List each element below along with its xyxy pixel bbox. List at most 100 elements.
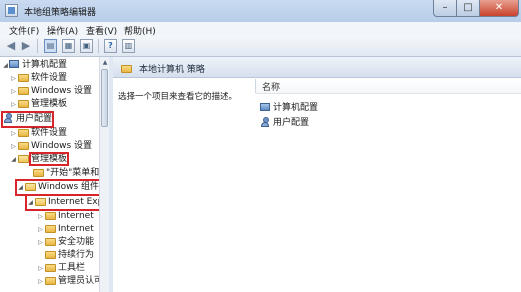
expand-arrow-icon[interactable]: ▷ <box>10 98 17 111</box>
tree-panel-icon: ▦ <box>64 41 73 50</box>
window-title: 本地组策略编辑器 <box>24 8 97 18</box>
toolbar-separator <box>37 39 38 53</box>
folder-icon <box>45 225 56 233</box>
title-bar: 本地组策略编辑器 – □ ✕ <box>0 0 521 22</box>
scrollbar-thumb[interactable] <box>101 69 108 127</box>
tree-internet-explorer[interactable]: ◢ Internet Exp <box>24 194 106 211</box>
tree-uc-windows[interactable]: ▷ Windows 设置 <box>10 140 92 153</box>
folder-icon <box>18 142 29 150</box>
tree-label: Internet <box>58 211 94 221</box>
tree-ie-child-1[interactable]: ▷ Internet <box>37 210 94 223</box>
export-icon: ▣ <box>82 41 91 50</box>
computer-icon <box>9 60 19 68</box>
details-header: 本地计算机 策略 <box>113 57 521 78</box>
toolbar-separator <box>98 39 99 53</box>
tree-label: 计算机配置 <box>22 60 68 70</box>
folder-icon <box>18 129 29 137</box>
column-header-label: 名称 <box>262 83 281 93</box>
expand-arrow-icon[interactable]: ▷ <box>10 127 17 140</box>
expand-arrow-icon[interactable]: ▷ <box>10 85 17 98</box>
tree-user-config[interactable]: 用户配置 <box>0 111 55 128</box>
forward-button[interactable]: ▶ <box>20 39 32 53</box>
list-item-computer-config[interactable]: 计算机配置 <box>260 100 318 113</box>
folder-icon <box>45 277 56 285</box>
tree-cc-windows[interactable]: ▷ Windows 设置 <box>10 85 92 98</box>
maximize-button[interactable]: □ <box>456 0 480 17</box>
tree-start-menu[interactable]: "开始"菜单和任 <box>32 167 108 180</box>
tree-label: Internet Exp <box>48 197 104 207</box>
tree-label: 管理员认可 <box>58 276 104 286</box>
tree-computer-config[interactable]: ◢ 计算机配置 <box>2 59 67 72</box>
collapse-arrow-icon[interactable]: ◢ <box>17 181 24 194</box>
details-pane: 本地计算机 策略 选择一个项目来查看它的描述。 名称 计算机配置 用户配置 <box>113 57 521 292</box>
tree-label: 软件设置 <box>31 128 68 138</box>
up-folder-button[interactable]: ▤ <box>44 39 57 53</box>
folder-icon <box>33 169 44 177</box>
app-window: 本地组策略编辑器 – □ ✕ 文件(F) 操作(A) 查看(V) 帮助(H) ◀… <box>0 0 521 292</box>
folder-icon <box>18 87 29 95</box>
export-list-button[interactable]: ▣ <box>80 39 93 53</box>
collapse-arrow-icon[interactable]: ◢ <box>10 153 17 166</box>
column-header-name[interactable]: 名称 <box>256 79 521 94</box>
menu-bar: 文件(F) 操作(A) 查看(V) 帮助(H) <box>0 22 521 37</box>
tree-ie-child-2[interactable]: ▷ Internet <box>37 223 94 236</box>
expand-arrow-icon[interactable]: ▷ <box>37 236 44 249</box>
tree-label: 管理模板 <box>28 152 70 166</box>
expand-arrow-icon[interactable]: ▷ <box>37 210 44 223</box>
tree-label: 持续行为 <box>58 250 95 260</box>
show-hide-tree-button[interactable]: ▦ <box>62 39 75 53</box>
properties-icon: ▥ <box>124 41 133 50</box>
folder-icon <box>18 74 29 82</box>
folder-open-icon <box>18 155 29 163</box>
folder-up-icon: ▤ <box>46 41 55 50</box>
collapse-arrow-icon[interactable]: ◢ <box>2 59 9 72</box>
navigation-tree: ◢ 计算机配置 ▷ 软件设置 ▷ Windows 设置 ▷ 管理模板 用户配置 ▷ 软件设… <box>0 57 109 292</box>
tree-label: 用户配置 <box>16 114 53 124</box>
arrow-left-icon: ◀ <box>6 39 16 52</box>
tree-label: 工具栏 <box>58 263 86 273</box>
tree-label: Internet <box>58 224 94 234</box>
expand-arrow-icon[interactable]: ▷ <box>37 275 44 288</box>
folder-open-icon <box>25 183 36 191</box>
list-item-user-config[interactable]: 用户配置 <box>260 115 309 128</box>
tree-toolbars[interactable]: ▷ 工具栏 <box>37 262 85 275</box>
expand-arrow-icon[interactable]: ▷ <box>37 262 44 275</box>
tree-label: Windows 设置 <box>31 141 93 151</box>
tree-label: 安全功能 <box>58 237 95 247</box>
details-title: 本地计算机 策略 <box>139 65 205 75</box>
list-item-label: 计算机配置 <box>273 103 319 113</box>
toolbar: ◀ ▶ ▤ ▦ ▣ ? ▥ <box>0 36 521 57</box>
tree-admin-approved[interactable]: ▷ 管理员认可 <box>37 275 103 288</box>
close-button[interactable]: ✕ <box>479 0 519 17</box>
folder-icon <box>18 100 29 108</box>
folder-icon <box>121 65 132 73</box>
tree-uc-admin[interactable]: ◢ 管理模板 <box>10 152 70 166</box>
tree-label: 管理模板 <box>31 99 68 109</box>
user-icon <box>3 113 13 123</box>
tree-security[interactable]: ▷ 安全功能 <box>37 236 94 249</box>
tree-cc-admin[interactable]: ▷ 管理模板 <box>10 98 67 111</box>
tree-label: Windows 设置 <box>31 86 93 96</box>
tree-persistence[interactable]: 持续行为 <box>44 249 94 262</box>
user-icon <box>260 117 270 127</box>
help-button[interactable]: ? <box>104 39 117 53</box>
expand-arrow-icon[interactable]: ▷ <box>37 223 44 236</box>
minimize-button[interactable]: – <box>433 0 457 17</box>
app-icon <box>5 4 18 17</box>
arrow-right-icon: ▶ <box>21 39 31 52</box>
expand-arrow-icon[interactable]: ▷ <box>10 140 17 153</box>
tree-label: Windows 组件 <box>38 182 100 192</box>
tree-windows-components[interactable]: ◢ Windows 组件 <box>14 179 102 196</box>
folder-icon <box>45 212 56 220</box>
properties-button[interactable]: ▥ <box>122 39 135 53</box>
folder-icon <box>45 238 56 246</box>
folder-icon <box>45 251 56 259</box>
description-text: 选择一个项目来查看它的描述。 <box>118 92 238 102</box>
expand-arrow-icon[interactable]: ▷ <box>10 72 17 85</box>
tree-cc-software[interactable]: ▷ 软件设置 <box>10 72 67 85</box>
collapse-arrow-icon[interactable]: ◢ <box>27 196 34 209</box>
list-item-label: 用户配置 <box>273 118 310 128</box>
tree-uc-software[interactable]: ▷ 软件设置 <box>10 127 67 140</box>
back-button[interactable]: ◀ <box>5 39 17 53</box>
folder-icon <box>45 264 56 272</box>
